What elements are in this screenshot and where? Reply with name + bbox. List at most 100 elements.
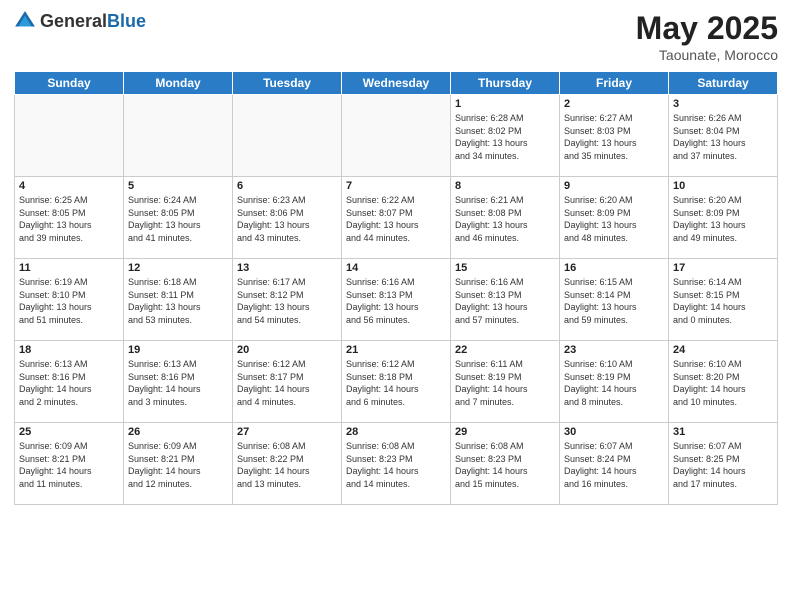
- cell-info: Sunrise: 6:18 AM Sunset: 8:11 PM Dayligh…: [128, 276, 228, 326]
- cell-day-number: 3: [673, 98, 773, 110]
- cell-info: Sunrise: 6:25 AM Sunset: 8:05 PM Dayligh…: [19, 194, 119, 244]
- day-header-friday: Friday: [560, 72, 669, 95]
- cell-info: Sunrise: 6:21 AM Sunset: 8:08 PM Dayligh…: [455, 194, 555, 244]
- cell-day-number: 20: [237, 344, 337, 356]
- cell-day-number: 6: [237, 180, 337, 192]
- calendar-cell: [342, 95, 451, 177]
- cell-day-number: 31: [673, 426, 773, 438]
- logo-text-blue: Blue: [107, 11, 146, 31]
- calendar-cell: 30 Sunrise: 6:07 AM Sunset: 8:24 PM Dayli…: [560, 423, 669, 505]
- cell-day-number: 16: [564, 262, 664, 274]
- title-month: May 2025: [636, 10, 778, 47]
- calendar-week-3: 11 Sunrise: 6:19 AM Sunset: 8:10 PM Dayli…: [15, 259, 778, 341]
- cell-info: Sunrise: 6:13 AM Sunset: 8:16 PM Dayligh…: [128, 358, 228, 408]
- cell-info: Sunrise: 6:19 AM Sunset: 8:10 PM Dayligh…: [19, 276, 119, 326]
- cell-day-number: 9: [564, 180, 664, 192]
- calendar-cell: 8 Sunrise: 6:21 AM Sunset: 8:08 PM Daylig…: [451, 177, 560, 259]
- cell-info: Sunrise: 6:20 AM Sunset: 8:09 PM Dayligh…: [564, 194, 664, 244]
- logo-text-general: General: [40, 11, 107, 31]
- calendar-cell: 24 Sunrise: 6:10 AM Sunset: 8:20 PM Dayli…: [669, 341, 778, 423]
- cell-info: Sunrise: 6:09 AM Sunset: 8:21 PM Dayligh…: [128, 440, 228, 490]
- calendar-cell: [15, 95, 124, 177]
- calendar-cell: 4 Sunrise: 6:25 AM Sunset: 8:05 PM Daylig…: [15, 177, 124, 259]
- cell-day-number: 7: [346, 180, 446, 192]
- calendar-cell: 10 Sunrise: 6:20 AM Sunset: 8:09 PM Dayli…: [669, 177, 778, 259]
- calendar-cell: 15 Sunrise: 6:16 AM Sunset: 8:13 PM Dayli…: [451, 259, 560, 341]
- calendar-cell: 3Sunrise: 6:26 AM Sunset: 8:04 PM Daylig…: [669, 95, 778, 177]
- calendar-cell: 23 Sunrise: 6:10 AM Sunset: 8:19 PM Dayli…: [560, 341, 669, 423]
- calendar-cell: 29 Sunrise: 6:08 AM Sunset: 8:23 PM Dayli…: [451, 423, 560, 505]
- cell-info: Sunrise: 6:07 AM Sunset: 8:25 PM Dayligh…: [673, 440, 773, 490]
- cell-day-number: 29: [455, 426, 555, 438]
- calendar-cell: 13 Sunrise: 6:17 AM Sunset: 8:12 PM Dayli…: [233, 259, 342, 341]
- cell-day-number: 5: [128, 180, 228, 192]
- cell-info: Sunrise: 6:14 AM Sunset: 8:15 PM Dayligh…: [673, 276, 773, 326]
- calendar-cell: 21Sunrise: 6:12 AM Sunset: 8:18 PM Dayli…: [342, 341, 451, 423]
- title-location: Taounate, Morocco: [636, 47, 778, 63]
- cell-day-number: 28: [346, 426, 446, 438]
- cell-info: Sunrise: 6:16 AM Sunset: 8:13 PM Dayligh…: [455, 276, 555, 326]
- calendar-cell: [124, 95, 233, 177]
- cell-day-number: 23: [564, 344, 664, 356]
- calendar-cell: 5Sunrise: 6:24 AM Sunset: 8:05 PM Daylig…: [124, 177, 233, 259]
- calendar-cell: 31 Sunrise: 6:07 AM Sunset: 8:25 PM Dayli…: [669, 423, 778, 505]
- cell-day-number: 10: [673, 180, 773, 192]
- cell-day-number: 26: [128, 426, 228, 438]
- logo: GeneralBlue: [14, 10, 146, 32]
- cell-day-number: 4: [19, 180, 119, 192]
- calendar-cell: 7 Sunrise: 6:22 AM Sunset: 8:07 PM Daylig…: [342, 177, 451, 259]
- calendar-cell: 19Sunrise: 6:13 AM Sunset: 8:16 PM Dayli…: [124, 341, 233, 423]
- calendar-cell: 20 Sunrise: 6:12 AM Sunset: 8:17 PM Dayli…: [233, 341, 342, 423]
- calendar-cell: 6 Sunrise: 6:23 AM Sunset: 8:06 PM Daylig…: [233, 177, 342, 259]
- calendar-cell: 28 Sunrise: 6:08 AM Sunset: 8:23 PM Dayli…: [342, 423, 451, 505]
- day-header-monday: Monday: [124, 72, 233, 95]
- cell-day-number: 18: [19, 344, 119, 356]
- cell-info: Sunrise: 6:08 AM Sunset: 8:23 PM Dayligh…: [346, 440, 446, 490]
- calendar-cell: 22 Sunrise: 6:11 AM Sunset: 8:19 PM Dayli…: [451, 341, 560, 423]
- cell-day-number: 12: [128, 262, 228, 274]
- cell-info: Sunrise: 6:08 AM Sunset: 8:23 PM Dayligh…: [455, 440, 555, 490]
- cell-day-number: 27: [237, 426, 337, 438]
- cell-day-number: 13: [237, 262, 337, 274]
- calendar-cell: 11 Sunrise: 6:19 AM Sunset: 8:10 PM Dayli…: [15, 259, 124, 341]
- cell-day-number: 25: [19, 426, 119, 438]
- cell-info: Sunrise: 6:07 AM Sunset: 8:24 PM Dayligh…: [564, 440, 664, 490]
- day-header-sunday: Sunday: [15, 72, 124, 95]
- cell-day-number: 17: [673, 262, 773, 274]
- header: GeneralBlue May 2025 Taounate, Morocco: [14, 10, 778, 63]
- day-header-saturday: Saturday: [669, 72, 778, 95]
- calendar-week-5: 25 Sunrise: 6:09 AM Sunset: 8:21 PM Dayli…: [15, 423, 778, 505]
- day-header-tuesday: Tuesday: [233, 72, 342, 95]
- cell-info: Sunrise: 6:20 AM Sunset: 8:09 PM Dayligh…: [673, 194, 773, 244]
- calendar-cell: 25 Sunrise: 6:09 AM Sunset: 8:21 PM Dayli…: [15, 423, 124, 505]
- cell-info: Sunrise: 6:10 AM Sunset: 8:19 PM Dayligh…: [564, 358, 664, 408]
- cell-day-number: 11: [19, 262, 119, 274]
- calendar-cell: [233, 95, 342, 177]
- title-block: May 2025 Taounate, Morocco: [636, 10, 778, 63]
- cell-day-number: 1: [455, 98, 555, 110]
- cell-info: Sunrise: 6:12 AM Sunset: 8:17 PM Dayligh…: [237, 358, 337, 408]
- cell-info: Sunrise: 6:27 AM Sunset: 8:03 PM Dayligh…: [564, 112, 664, 162]
- cell-info: Sunrise: 6:17 AM Sunset: 8:12 PM Dayligh…: [237, 276, 337, 326]
- cell-day-number: 22: [455, 344, 555, 356]
- cell-day-number: 24: [673, 344, 773, 356]
- cell-day-number: 15: [455, 262, 555, 274]
- cell-info: Sunrise: 6:16 AM Sunset: 8:13 PM Dayligh…: [346, 276, 446, 326]
- calendar-cell: 27Sunrise: 6:08 AM Sunset: 8:22 PM Dayli…: [233, 423, 342, 505]
- calendar-cell: 12 Sunrise: 6:18 AM Sunset: 8:11 PM Dayli…: [124, 259, 233, 341]
- calendar-week-4: 18 Sunrise: 6:13 AM Sunset: 8:16 PM Dayli…: [15, 341, 778, 423]
- cell-info: Sunrise: 6:23 AM Sunset: 8:06 PM Dayligh…: [237, 194, 337, 244]
- day-header-thursday: Thursday: [451, 72, 560, 95]
- cell-info: Sunrise: 6:10 AM Sunset: 8:20 PM Dayligh…: [673, 358, 773, 408]
- calendar-cell: 17 Sunrise: 6:14 AM Sunset: 8:15 PM Dayli…: [669, 259, 778, 341]
- calendar: SundayMondayTuesdayWednesdayThursdayFrid…: [14, 71, 778, 505]
- page: GeneralBlue May 2025 Taounate, Morocco S…: [0, 0, 792, 612]
- calendar-cell: 1Sunrise: 6:28 AM Sunset: 8:02 PM Daylig…: [451, 95, 560, 177]
- cell-info: Sunrise: 6:11 AM Sunset: 8:19 PM Dayligh…: [455, 358, 555, 408]
- cell-day-number: 8: [455, 180, 555, 192]
- calendar-cell: 26 Sunrise: 6:09 AM Sunset: 8:21 PM Dayli…: [124, 423, 233, 505]
- calendar-header-row: SundayMondayTuesdayWednesdayThursdayFrid…: [15, 72, 778, 95]
- cell-info: Sunrise: 6:09 AM Sunset: 8:21 PM Dayligh…: [19, 440, 119, 490]
- cell-day-number: 30: [564, 426, 664, 438]
- cell-info: Sunrise: 6:22 AM Sunset: 8:07 PM Dayligh…: [346, 194, 446, 244]
